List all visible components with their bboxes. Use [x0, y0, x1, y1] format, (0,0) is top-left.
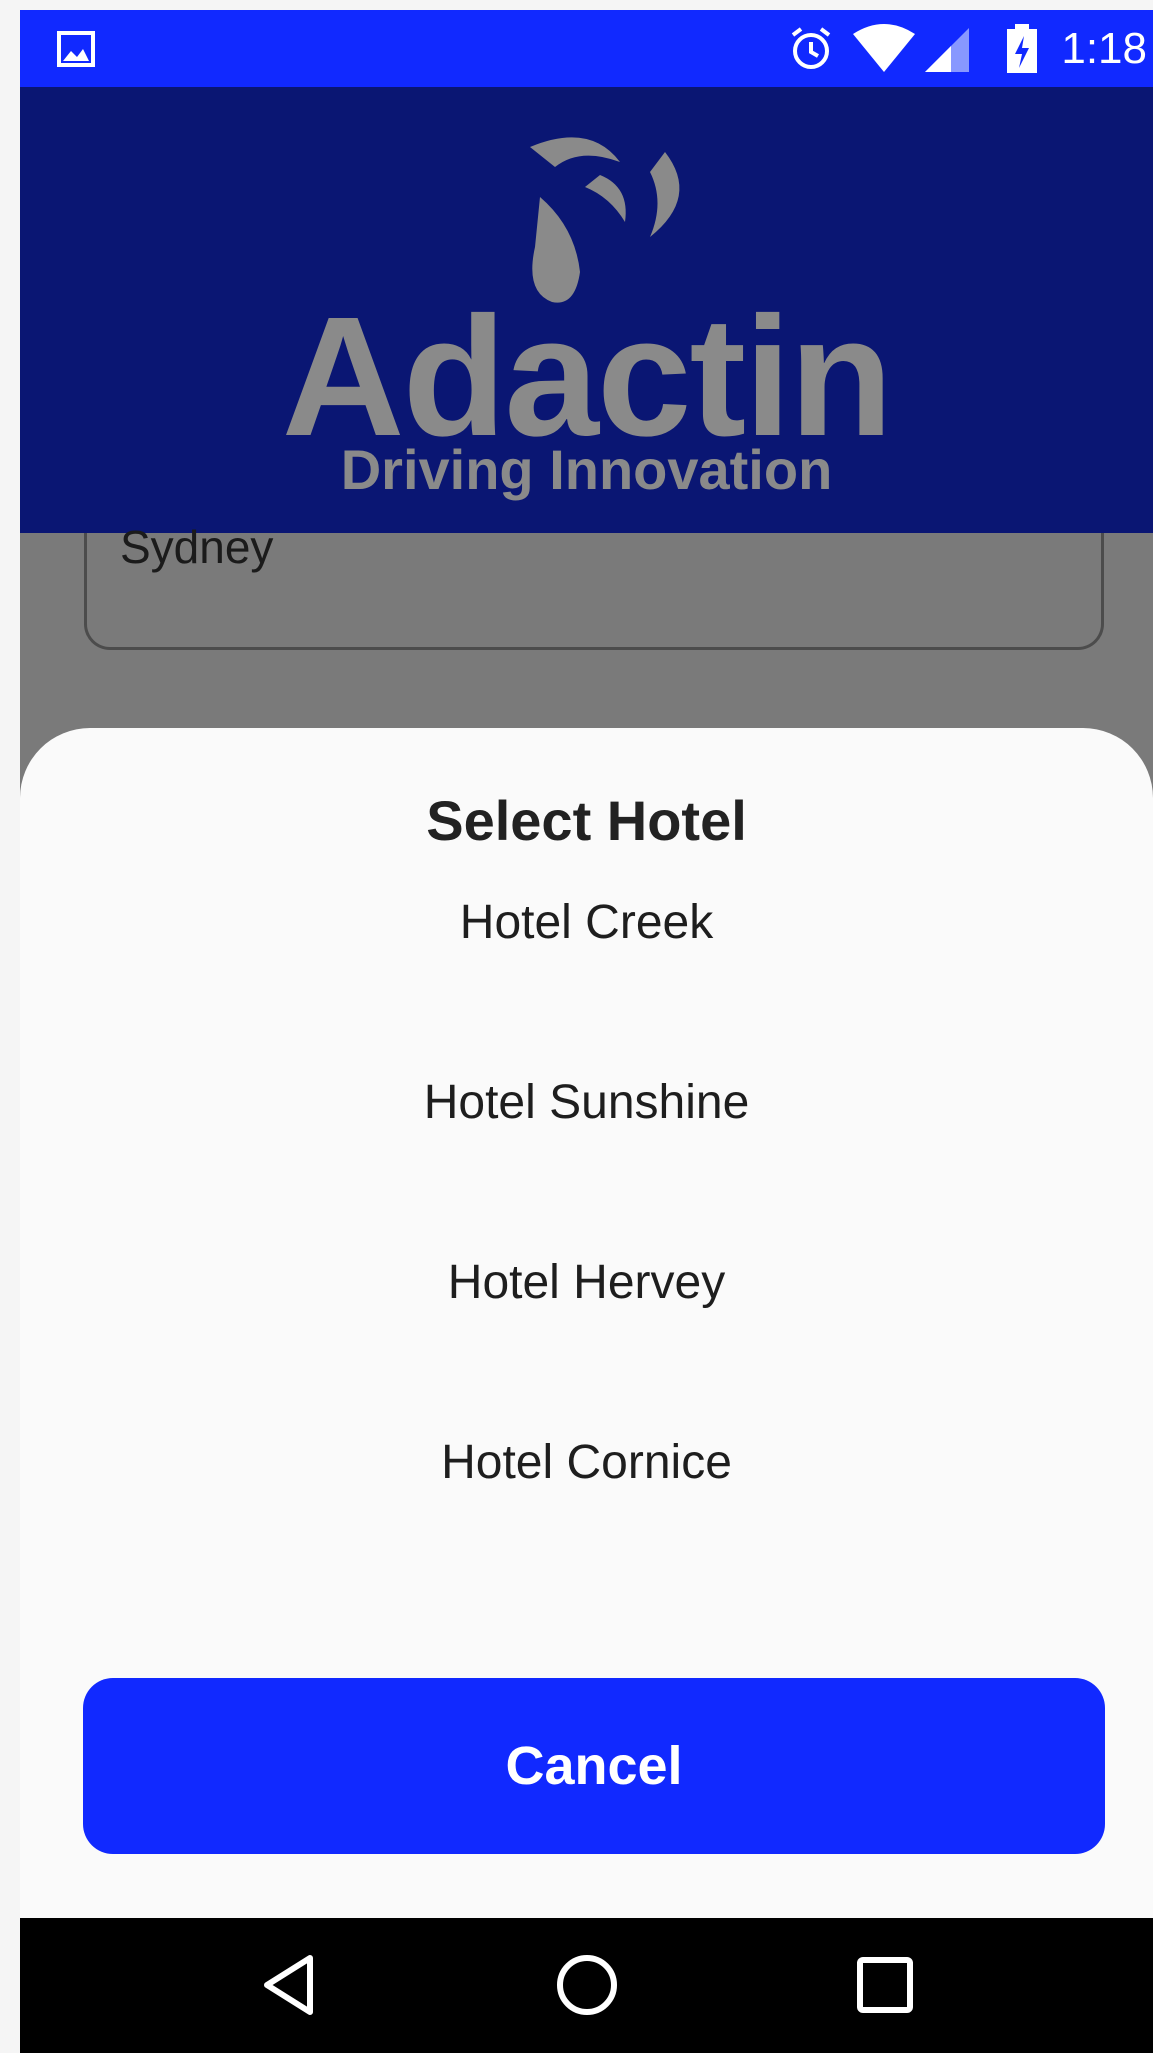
back-icon[interactable]	[255, 1950, 325, 2020]
image-icon	[57, 31, 95, 67]
logo-tagline: Driving Innovation	[340, 438, 833, 501]
hotel-option[interactable]: Hotel Creek	[20, 878, 1153, 1058]
wifi-icon	[853, 23, 916, 72]
status-bar: 1:18	[20, 10, 1153, 87]
recents-icon[interactable]	[850, 1950, 920, 2020]
app-header: Adactin Driving Innovation	[20, 87, 1153, 533]
select-hotel-sheet: Select Hotel Hotel Creek Hotel Sunshine …	[20, 728, 1153, 1918]
home-icon[interactable]	[552, 1950, 622, 2020]
location-value: Sydney	[120, 521, 274, 573]
hotel-option[interactable]: Hotel Cornice	[20, 1418, 1153, 1598]
hotel-option[interactable]: Hotel Sunshine	[20, 1058, 1153, 1238]
navigation-bar	[20, 1918, 1153, 2053]
signal-icon	[925, 27, 970, 72]
sheet-title: Select Hotel	[426, 789, 747, 852]
status-time: 1:18	[1061, 23, 1147, 73]
screen: 1:18 Adactin Driving Innovation Sydney S…	[20, 10, 1153, 2053]
logo-name: Adactin	[281, 282, 893, 472]
battery-charging-icon	[1007, 23, 1038, 73]
cancel-button[interactable]: Cancel	[83, 1678, 1105, 1854]
hotel-options-list: Hotel Creek Hotel Sunshine Hotel Hervey …	[20, 878, 1153, 1598]
hotel-option[interactable]: Hotel Hervey	[20, 1238, 1153, 1418]
alarm-icon	[792, 26, 831, 69]
